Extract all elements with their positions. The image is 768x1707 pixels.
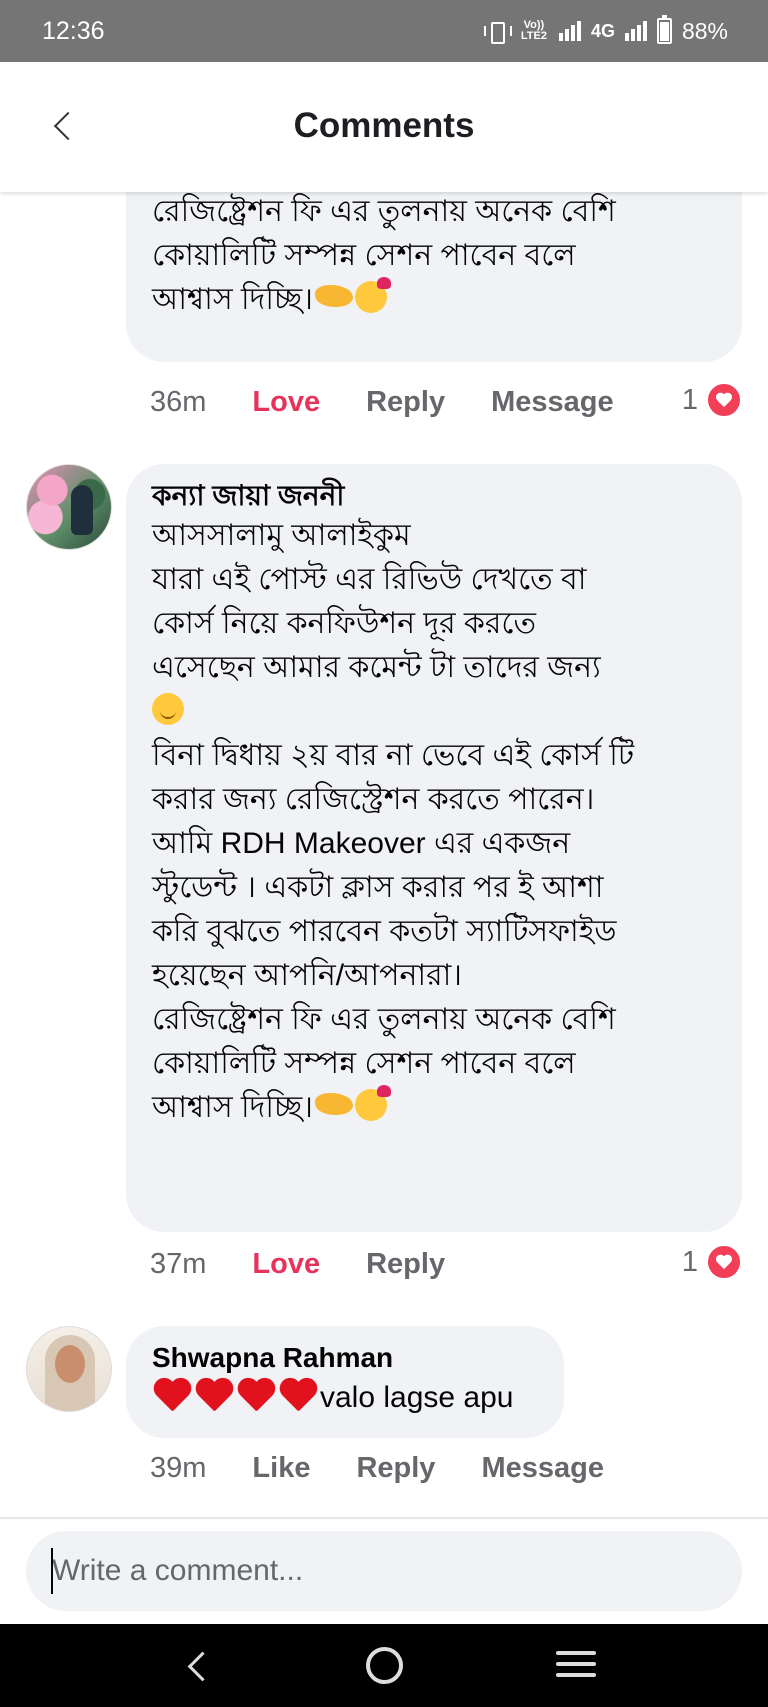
comment-text: রেজিষ্ট্রেশন ফি এর তুলনায় অনেক বেশি কোয…	[152, 192, 722, 322]
love-button[interactable]: Love	[252, 1248, 320, 1281]
comment-line-text: valo lagse apu	[320, 1381, 514, 1414]
reply-button[interactable]: Reply	[366, 386, 445, 419]
comment-line: করি বুঝতে পারবেন কতটা স্যাটিসফাইড	[152, 915, 617, 948]
handshake-emoji	[315, 285, 354, 307]
red-heart-emoji	[236, 1377, 276, 1411]
comment-author[interactable]: Shwapna Rahman	[152, 1340, 544, 1376]
comments-header: Comments	[0, 62, 768, 192]
reply-button[interactable]: Reply	[356, 1452, 435, 1485]
vibrate-icon	[483, 21, 512, 44]
comment-actions: 36m Love Reply Message	[150, 382, 660, 422]
comment-text: কন্যা জায়া জননী আসসালামু আলাইকুম যারা এ…	[152, 478, 722, 1130]
text-cursor	[51, 1548, 53, 1594]
reaction-summary[interactable]: 1	[682, 1244, 742, 1280]
nav-home-icon[interactable]	[366, 1647, 403, 1684]
comment-text: Shwapna Rahman valo lagse apu	[152, 1340, 544, 1420]
volte-icon: Vo)) LTE2	[520, 19, 547, 42]
red-heart-emoji	[194, 1377, 234, 1411]
comment-time: 37m	[150, 1247, 207, 1280]
comment-line: করার জন্য রেজিস্ট্রেশন করতে পারেন।	[152, 783, 595, 816]
message-button[interactable]: Message	[491, 386, 614, 419]
comment-bubble[interactable]: Shwapna Rahman valo lagse apu	[126, 1326, 564, 1438]
comment-line: কোয়ালিটি সম্পন্ন সেশন পাবেন বলে	[152, 239, 576, 272]
status-bar: 12:36 Vo)) LTE2 4G 88%	[0, 0, 768, 62]
comment-time: 39m	[150, 1451, 207, 1484]
reaction-count: 1	[681, 1245, 698, 1278]
smiling-face-emoji	[152, 693, 184, 725]
network-type: 4G	[590, 20, 615, 41]
comment-line	[152, 690, 722, 734]
comment-line: স্টুডেন্ট । একটা ক্লাস করার পর ই আশা	[152, 871, 604, 904]
comment-bubble[interactable]: কন্যা জায়া জননী আসসালামু আলাইকুম যারা এ…	[126, 464, 742, 1232]
avatar[interactable]	[26, 464, 112, 550]
system-nav-bar	[0, 1624, 768, 1707]
nav-back-icon[interactable]	[178, 1648, 214, 1684]
hearts-emoji-group	[152, 1377, 318, 1411]
comment-line: valo lagse apu	[152, 1376, 544, 1420]
battery-icon	[656, 15, 672, 44]
comment-line: রেজিষ্ট্রেশন ফি এর তুলনায় অনেক বেশি	[152, 195, 616, 228]
comment-line: কোয়ালিটি সম্পন্ন সেশন পাবেন বলে	[152, 1047, 576, 1080]
page-title: Comments	[293, 106, 475, 145]
comment-line: আশ্বাস দিচ্ছি।	[152, 1085, 722, 1130]
comment-line: আসসালামু আলাইকুম	[152, 519, 411, 552]
comment-line: যারা এই পোস্ট এর রিভিউ দেখতে বা	[152, 563, 587, 596]
comment-line: কোর্স নিয়ে কনফিউশন দূর করতে	[152, 607, 536, 640]
like-button[interactable]: Like	[252, 1452, 310, 1485]
smiling-face-with-hearts-emoji	[355, 1085, 392, 1121]
signal-icon-2	[624, 21, 647, 41]
comment-line: রেজিষ্ট্রেশন ফি এর তুলনায় অনেক বেশি	[152, 1003, 616, 1036]
comment-actions: 39m Like Reply Message	[150, 1448, 650, 1488]
nav-menu-icon[interactable]	[556, 1651, 596, 1681]
reply-button[interactable]: Reply	[366, 1248, 445, 1281]
comment-author[interactable]: কন্যা জায়া জননী	[152, 478, 722, 514]
comment-actions: 37m Love Reply	[150, 1244, 491, 1284]
comments-list[interactable]: রেজিষ্ট্রেশন ফি এর তুলনায় অনেক বেশি কোয…	[0, 192, 768, 1519]
comment-line-text: আশ্বাস দিচ্ছি।	[152, 283, 314, 316]
comment-line: আমি RDH Makeover এর একজন	[152, 827, 571, 860]
comment-time: 36m	[150, 385, 207, 418]
reaction-count: 1	[681, 383, 698, 416]
red-heart-emoji	[152, 1377, 192, 1411]
comment-input[interactable]	[26, 1531, 742, 1611]
comment-line: হয়েছেন আপনি/আপনারা।	[152, 959, 463, 992]
signal-icon	[558, 21, 581, 41]
comment-bubble[interactable]: রেজিষ্ট্রেশন ফি এর তুলনায় অনেক বেশি কোয…	[126, 192, 742, 362]
comment-composer	[0, 1519, 768, 1624]
love-reaction-icon	[706, 1244, 742, 1280]
love-reaction-icon	[706, 382, 742, 418]
status-time: 12:36	[42, 16, 105, 45]
comment-line: আশ্বাস দিচ্ছি।	[152, 277, 722, 322]
reaction-summary[interactable]: 1	[682, 382, 742, 418]
message-button[interactable]: Message	[481, 1452, 604, 1485]
status-icons: Vo)) LTE2 4G 88%	[483, 15, 728, 45]
battery-percent: 88%	[681, 17, 728, 44]
smiling-face-with-hearts-emoji	[355, 277, 392, 313]
red-heart-emoji	[278, 1377, 318, 1411]
love-button[interactable]: Love	[252, 386, 320, 419]
comment-line: বিনা দ্বিধায় ২য় বার না ভেবে এই কোর্স ট…	[152, 739, 635, 772]
handshake-emoji	[315, 1093, 354, 1115]
comment-line: এসেছেন আমার কমেন্ট টা তাদের জন্য	[152, 651, 601, 684]
avatar[interactable]	[26, 1326, 112, 1412]
comment-line-text: আশ্বাস দিচ্ছি।	[152, 1091, 314, 1124]
